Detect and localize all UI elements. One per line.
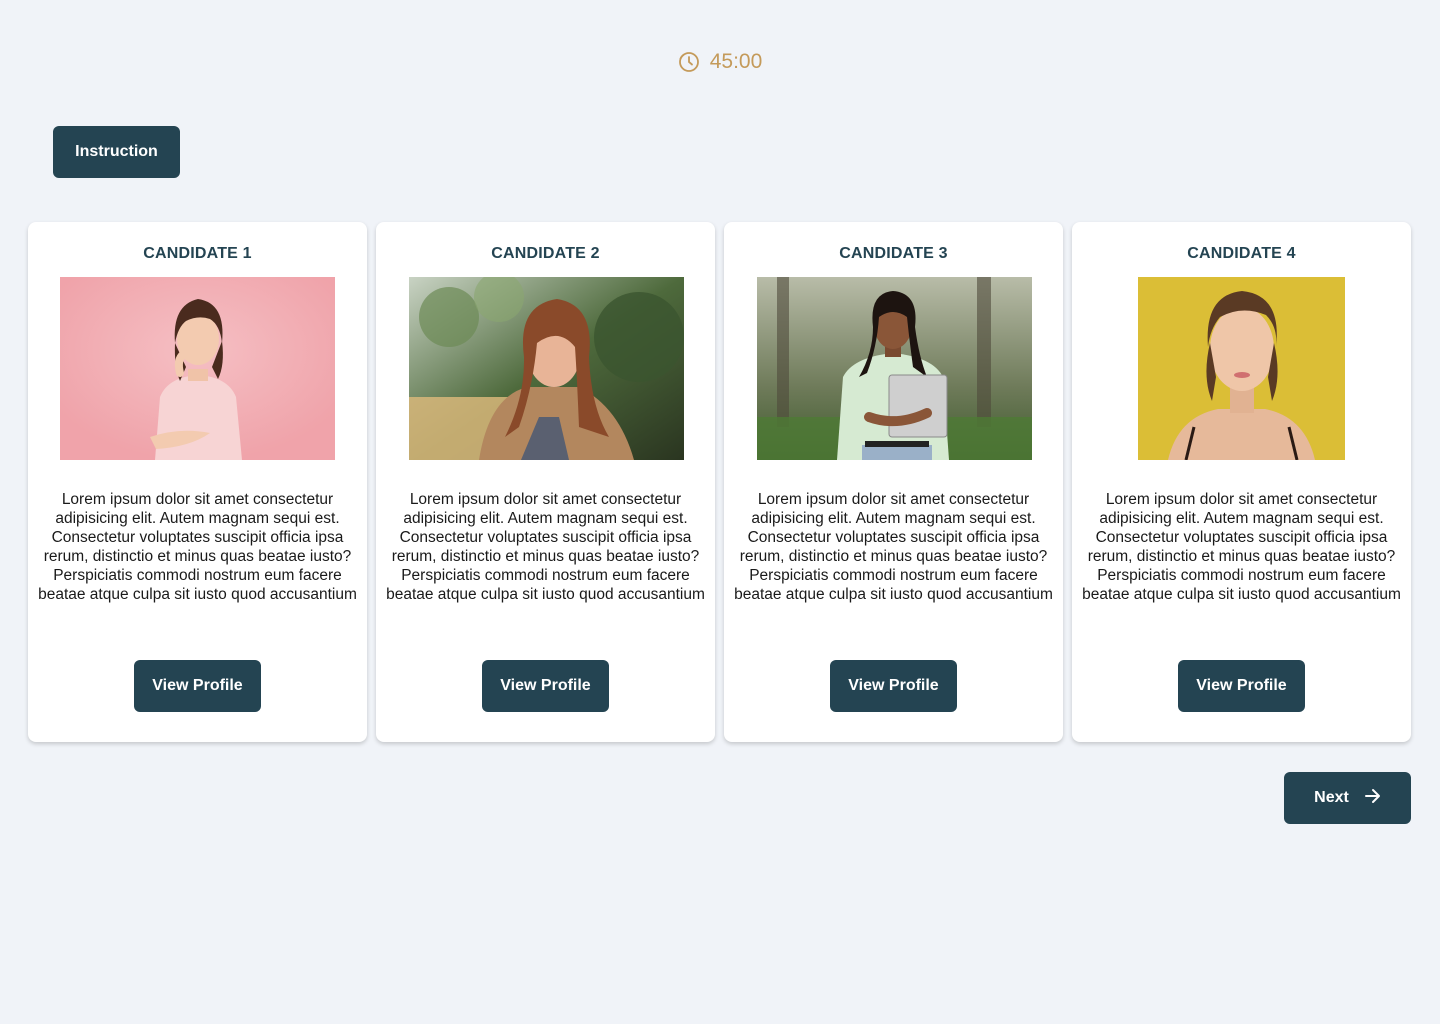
candidate-photo (60, 277, 335, 460)
countdown-timer: 45:00 (0, 50, 1440, 74)
candidate-photo (409, 277, 684, 460)
candidate-title: CANDIDATE 1 (143, 245, 252, 262)
candidate-card: CANDIDATE 2 Lorem ipsum dolor sit amet c… (376, 222, 715, 742)
next-button[interactable]: Next (1284, 772, 1411, 824)
arrow-right-icon (1363, 786, 1383, 811)
timer-value: 45:00 (709, 50, 763, 73)
candidate-list: CANDIDATE 1 Lorem ipsum dolor sit amet c… (28, 222, 1411, 742)
next-button-label: Next (1314, 789, 1349, 806)
view-profile-button[interactable]: View Profile (830, 660, 957, 712)
candidate-photo (1138, 277, 1345, 460)
candidate-card: CANDIDATE 3 Lorem ipsum dolor sit amet c… (724, 222, 1063, 742)
instruction-button[interactable]: Instruction (53, 126, 180, 178)
candidate-photo (757, 277, 1032, 460)
candidate-card: CANDIDATE 1 Lorem ipsum dolor sit amet c… (28, 222, 367, 742)
view-profile-button[interactable]: View Profile (134, 660, 261, 712)
view-profile-button[interactable]: View Profile (482, 660, 609, 712)
candidate-title: CANDIDATE 4 (1187, 245, 1296, 262)
candidate-description: Lorem ipsum dolor sit amet consectetur a… (734, 491, 1053, 603)
clock-icon (678, 51, 700, 73)
view-profile-button[interactable]: View Profile (1178, 660, 1305, 712)
candidate-description: Lorem ipsum dolor sit amet consectetur a… (386, 491, 705, 603)
candidate-description: Lorem ipsum dolor sit amet consectetur a… (1082, 491, 1401, 603)
candidate-title: CANDIDATE 2 (491, 245, 600, 262)
candidate-card: CANDIDATE 4 Lorem ipsum dolor sit amet c… (1072, 222, 1411, 742)
candidate-description: Lorem ipsum dolor sit amet consectetur a… (38, 491, 357, 603)
candidate-title: CANDIDATE 3 (839, 245, 948, 262)
